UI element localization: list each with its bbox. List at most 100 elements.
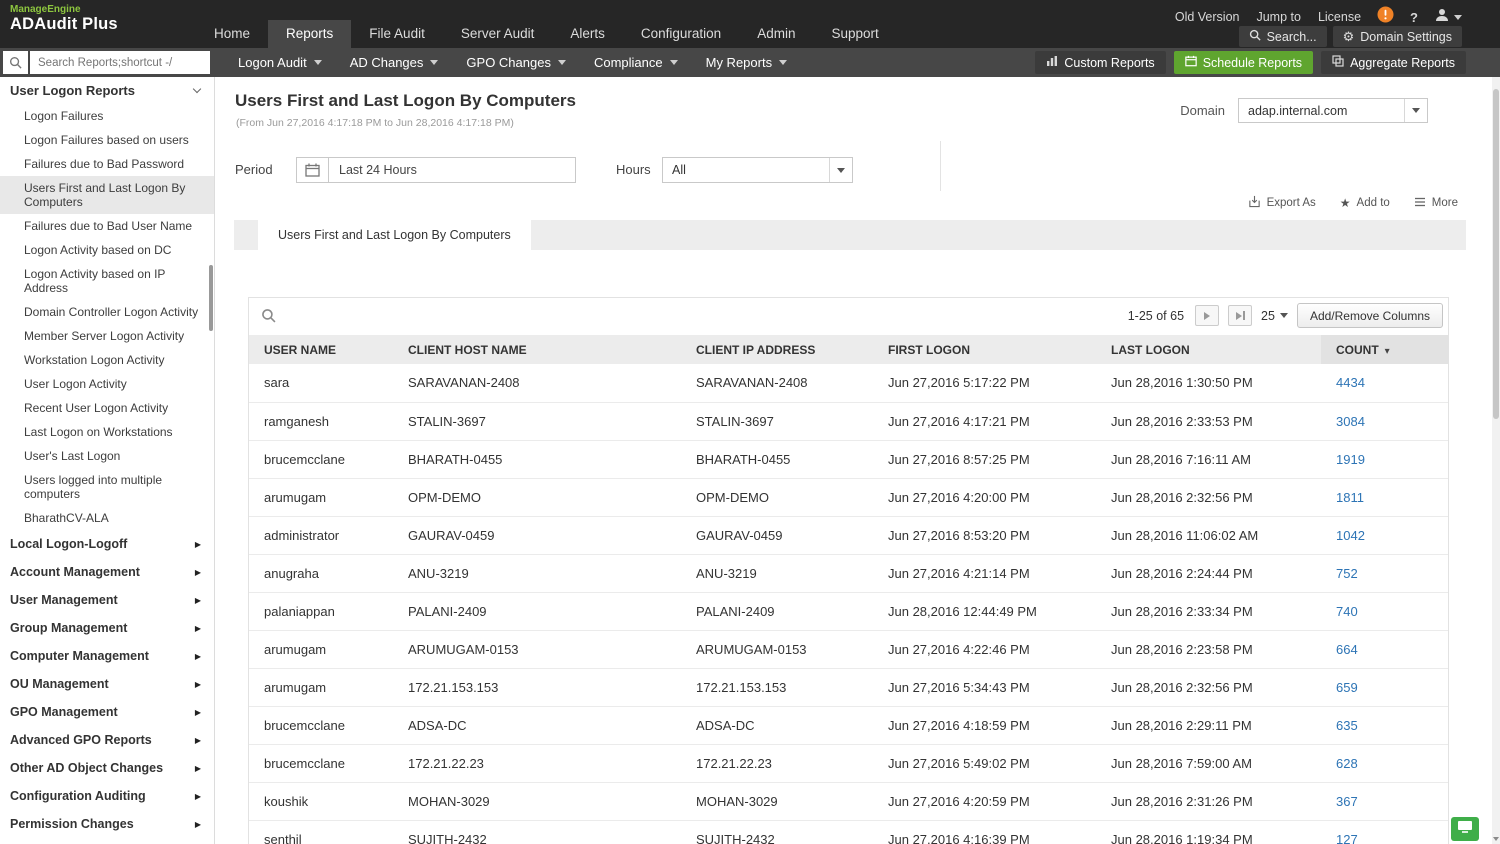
menu-my-reports[interactable]: My Reports [692, 48, 801, 77]
column-header-client-host-name[interactable]: CLIENT HOST NAME [393, 335, 681, 364]
top-link-license[interactable]: License [1318, 10, 1361, 24]
nav-item-server-audit[interactable]: Server Audit [443, 20, 553, 48]
sidebar-section-computer-management[interactable]: Computer Management ▶ [0, 642, 214, 670]
user-menu[interactable] [1434, 7, 1462, 28]
sidebar-item-last-logon-on-workstations[interactable]: Last Logon on Workstations [0, 420, 214, 444]
sidebar-item-logon-failures-based-on-users[interactable]: Logon Failures based on users [0, 128, 214, 152]
menu-logon-audit[interactable]: Logon Audit [224, 48, 336, 77]
sidebar-item-users-logged-into-multiple-computers[interactable]: Users logged into multiple computers [0, 468, 214, 506]
nav-item-file-audit[interactable]: File Audit [351, 20, 443, 48]
nav-item-configuration[interactable]: Configuration [623, 20, 739, 48]
count-link[interactable]: 628 [1336, 756, 1358, 771]
export-as-button[interactable]: Export As [1248, 195, 1316, 211]
menu-label: Logon Audit [238, 55, 307, 70]
sidebar-section-advanced-gpo-reports[interactable]: Advanced GPO Reports ▶ [0, 726, 214, 754]
chat-button[interactable] [1451, 817, 1479, 841]
count-link[interactable]: 4434 [1336, 375, 1365, 390]
top-link-jump-to[interactable]: Jump to [1256, 10, 1300, 24]
scroll-down-icon[interactable] [1493, 837, 1499, 841]
help-icon[interactable]: ? [1410, 10, 1418, 25]
sidebar-item-recent-user-logon-activity[interactable]: Recent User Logon Activity [0, 396, 214, 420]
table-toolbar: 1-25 of 65 25 Add/Remove Columns [249, 298, 1448, 335]
sidebar-section-gpo-management[interactable]: GPO Management ▶ [0, 698, 214, 726]
sidebar-scrollbar[interactable] [209, 265, 213, 331]
menu-ad-changes[interactable]: AD Changes [336, 48, 453, 77]
table-row: ramganesh STALIN-3697 STALIN-3697 Jun 27,20… [249, 402, 1448, 441]
count-link[interactable]: 659 [1336, 680, 1358, 695]
count-link[interactable]: 367 [1336, 794, 1358, 809]
column-header-user-name[interactable]: USER NAME [249, 335, 393, 364]
nav-item-home[interactable]: Home [196, 20, 268, 48]
search-button[interactable]: Search... [1238, 26, 1327, 47]
count-link[interactable]: 3084 [1336, 414, 1365, 429]
count-cell: 4434 [1321, 364, 1448, 403]
sidebar-item-bharathcv-ala[interactable]: BharathCV-ALA [0, 506, 214, 530]
column-header-last-logon[interactable]: LAST LOGON [1096, 335, 1321, 364]
sidebar-section-local-logon-logoff[interactable]: Local Logon-Logoff ▶ [0, 530, 214, 558]
count-link[interactable]: 664 [1336, 642, 1358, 657]
table-search-icon[interactable] [261, 308, 276, 328]
section-label: Group Management [10, 621, 128, 635]
domain-select[interactable]: adap.internal.com [1238, 98, 1428, 123]
domain-settings-button[interactable]: ⚙ Domain Settings [1332, 26, 1462, 47]
menu-compliance[interactable]: Compliance [580, 48, 692, 77]
top-link-old-version[interactable]: Old Version [1175, 10, 1240, 24]
sidebar-item-failures-due-to-bad-password[interactable]: Failures due to Bad Password [0, 152, 214, 176]
sidebar-item-member-server-logon-activity[interactable]: Member Server Logon Activity [0, 324, 214, 348]
next-page-button[interactable] [1195, 305, 1220, 326]
column-header-first-logon[interactable]: FIRST LOGON [873, 335, 1096, 364]
sidebar-item-user-s-last-logon[interactable]: User's Last Logon [0, 444, 214, 468]
column-header-count[interactable]: COUNT ▾ [1321, 335, 1448, 364]
aggregate-reports-button[interactable]: Aggregate Reports [1321, 51, 1466, 74]
menu-gpo-changes[interactable]: GPO Changes [452, 48, 580, 77]
last-page-button[interactable] [1228, 305, 1253, 326]
calendar-icon-button[interactable] [296, 157, 329, 183]
page-size-select[interactable]: 25 [1261, 309, 1288, 323]
sidebar-section-dns-changes[interactable]: DNS Changes▶ [0, 838, 214, 844]
tab-users-first-and-last-logon[interactable]: Users First and Last Logon By Computers [258, 220, 531, 250]
sidebar-item-logon-activity-based-on-ip-address[interactable]: Logon Activity based on IP Address [0, 262, 214, 300]
count-link[interactable]: 635 [1336, 718, 1358, 733]
sidebar-section-other-ad-object-changes[interactable]: Other AD Object Changes ▶ [0, 754, 214, 782]
count-link[interactable]: 752 [1336, 566, 1358, 581]
report-search-input[interactable] [30, 51, 210, 74]
sidebar-section-header[interactable]: User Logon Reports [0, 77, 214, 104]
count-link[interactable]: 127 [1336, 832, 1358, 844]
hours-select[interactable]: All [662, 157, 853, 183]
custom-reports-button[interactable]: Custom Reports [1035, 51, 1166, 74]
nav-item-reports[interactable]: Reports [268, 20, 352, 48]
schedule-reports-button[interactable]: Schedule Reports [1173, 51, 1314, 74]
scrollbar-thumb[interactable] [1493, 89, 1499, 419]
sidebar-item-users-first-and-last-logon-by-computers[interactable]: Users First and Last Logon By Computers [0, 176, 214, 214]
sidebar-item-logon-failures[interactable]: Logon Failures [0, 104, 214, 128]
count-link[interactable]: 740 [1336, 604, 1358, 619]
sidebar-item-logon-activity-based-on-dc[interactable]: Logon Activity based on DC [0, 238, 214, 262]
sidebar-item-user-logon-activity[interactable]: User Logon Activity [0, 372, 214, 396]
add-to-button[interactable]: ★ Add to [1340, 197, 1390, 209]
vertical-divider [940, 141, 941, 191]
more-button[interactable]: More [1414, 197, 1458, 210]
page-scrollbar[interactable] [1492, 77, 1500, 844]
nav-item-alerts[interactable]: Alerts [552, 20, 623, 48]
count-link[interactable]: 1042 [1336, 528, 1365, 543]
user-name-cell: arumugam [249, 630, 393, 669]
search-icon[interactable] [3, 51, 28, 74]
sidebar-section-group-management[interactable]: Group Management ▶ [0, 614, 214, 642]
column-header-client-ip-address[interactable]: CLIENT IP ADDRESS [681, 335, 873, 364]
sidebar-section-permission-changes[interactable]: Permission Changes ▶ [0, 810, 214, 838]
app-logo[interactable]: ManageEngine ADAudit Plus [10, 4, 118, 34]
sidebar-item-failures-due-to-bad-user-name[interactable]: Failures due to Bad User Name [0, 214, 214, 238]
notification-icon[interactable] [1377, 6, 1394, 28]
count-link[interactable]: 1811 [1336, 490, 1364, 505]
count-link[interactable]: 1919 [1336, 452, 1365, 467]
add-remove-columns-button[interactable]: Add/Remove Columns [1296, 303, 1443, 328]
sidebar-section-ou-management[interactable]: OU Management ▶ [0, 670, 214, 698]
sidebar-section-configuration-auditing[interactable]: Configuration Auditing ▶ [0, 782, 214, 810]
sidebar-item-workstation-logon-activity[interactable]: Workstation Logon Activity [0, 348, 214, 372]
sidebar-item-domain-controller-logon-activity[interactable]: Domain Controller Logon Activity [0, 300, 214, 324]
nav-item-admin[interactable]: Admin [739, 20, 813, 48]
period-input[interactable] [328, 157, 576, 183]
sidebar-section-account-management[interactable]: Account Management ▶ [0, 558, 214, 586]
nav-item-support[interactable]: Support [813, 20, 896, 48]
sidebar-section-user-management[interactable]: User Management ▶ [0, 586, 214, 614]
